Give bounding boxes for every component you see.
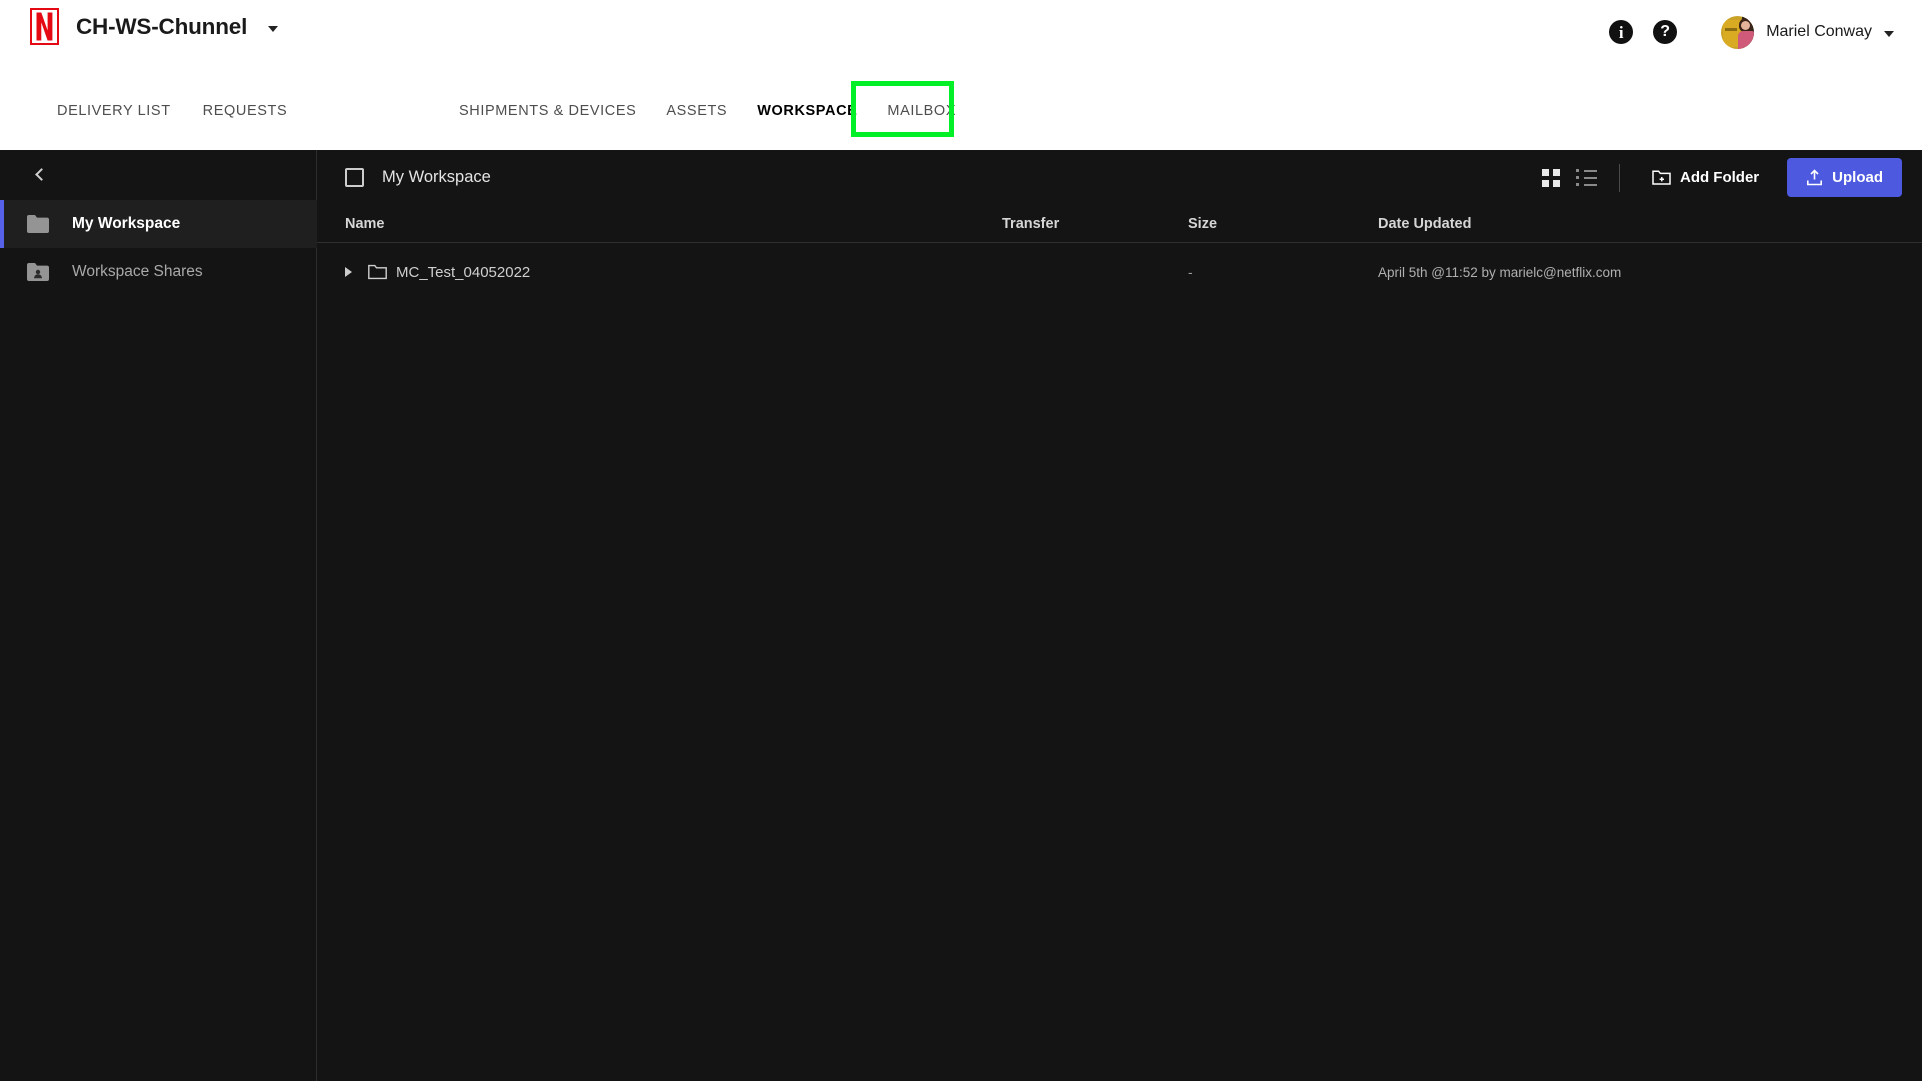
column-header-transfer[interactable]: Transfer bbox=[1002, 216, 1188, 232]
workspace-toolbar: My Workspace Add Folder Upload bbox=[317, 150, 1922, 205]
toolbar-divider bbox=[1618, 163, 1620, 192]
column-header-date-updated[interactable]: Date Updated bbox=[1378, 216, 1902, 232]
column-header-name[interactable]: Name bbox=[345, 216, 1002, 232]
user-menu[interactable]: Mariel Conway bbox=[1721, 15, 1894, 49]
sidebar-item-workspace-shares[interactable]: Workspace Shares bbox=[0, 248, 317, 296]
row-date-cell: April 5th @11:52 by marielc@netflix.com bbox=[1378, 264, 1622, 280]
folder-shared-icon bbox=[27, 263, 49, 281]
folder-icon bbox=[27, 215, 49, 233]
tab-assets[interactable]: ASSETS bbox=[666, 103, 727, 119]
folder-icon bbox=[368, 264, 387, 280]
tab-delivery-list[interactable]: DELIVERY LIST bbox=[57, 103, 171, 119]
top-header: CH-WS-Chunnel i ? Mariel Conway DELIVERY… bbox=[0, 0, 1922, 150]
avatar bbox=[1721, 15, 1755, 49]
nav-center-tabs: SHIPMENTS & DEVICES ASSETS WORKSPACE MAI… bbox=[459, 81, 956, 137]
avatar-person-head bbox=[1741, 20, 1751, 30]
app-body: My Workspace Workspace Shares My Workspa… bbox=[0, 150, 1922, 1081]
list-view-icon bbox=[1576, 169, 1598, 186]
main-content: My Workspace Add Folder Upload Name Tran… bbox=[317, 150, 1922, 1081]
page-title: My Workspace bbox=[382, 168, 491, 186]
user-chevron-down-icon[interactable] bbox=[1884, 30, 1894, 37]
brand-chevron-down-icon[interactable] bbox=[268, 25, 279, 32]
expand-arrow-icon[interactable] bbox=[345, 267, 352, 277]
add-folder-label: Add Folder bbox=[1679, 169, 1760, 186]
select-all-checkbox[interactable] bbox=[345, 168, 364, 187]
row-name-label: MC_Test_04052022 bbox=[396, 263, 531, 281]
avatar-person-body bbox=[1738, 30, 1755, 49]
workspace-brand-name: CH-WS-Chunnel bbox=[76, 13, 248, 39]
upload-icon bbox=[1807, 169, 1823, 186]
tab-requests[interactable]: REQUESTS bbox=[203, 103, 288, 119]
grid-view-button[interactable] bbox=[1533, 160, 1569, 196]
help-icon[interactable]: ? bbox=[1653, 20, 1678, 44]
chevron-left-icon bbox=[35, 167, 48, 181]
netflix-n-logo-icon bbox=[30, 8, 59, 45]
upload-label: Upload bbox=[1832, 169, 1883, 186]
row-size-cell: - bbox=[1188, 264, 1193, 280]
list-view-button[interactable] bbox=[1569, 160, 1605, 196]
toolbar-actions: Add Folder Upload bbox=[1533, 150, 1902, 205]
sidebar-nav-list: My Workspace Workspace Shares bbox=[0, 200, 317, 296]
column-header-size[interactable]: Size bbox=[1188, 216, 1378, 232]
sidebar-item-label: Workspace Shares bbox=[72, 263, 203, 280]
sidebar-collapse-button[interactable] bbox=[22, 156, 58, 192]
table-header-row: Name Transfer Size Date Updated bbox=[317, 205, 1922, 243]
folder-plus-icon bbox=[1652, 170, 1671, 185]
grid-view-icon bbox=[1541, 168, 1560, 187]
brand-selector[interactable]: CH-WS-Chunnel bbox=[30, 8, 279, 45]
header-right-cluster: i ? Mariel Conway bbox=[1609, 10, 1894, 54]
add-folder-button[interactable]: Add Folder bbox=[1638, 160, 1773, 195]
sidebar: My Workspace Workspace Shares bbox=[0, 150, 317, 1081]
tab-shipments-and-devices[interactable]: SHIPMENTS & DEVICES bbox=[459, 103, 636, 119]
sidebar-item-label: My Workspace bbox=[72, 215, 181, 232]
tab-mailbox[interactable]: MAILBOX bbox=[887, 103, 956, 119]
tab-workspace[interactable]: WORKSPACE bbox=[757, 103, 857, 119]
table-row[interactable]: MC_Test_04052022 - April 5th @11:52 by m… bbox=[317, 243, 1922, 301]
avatar-mailbox-slot bbox=[1725, 27, 1738, 31]
upload-button[interactable]: Upload bbox=[1787, 158, 1902, 197]
nav-left-tabs: DELIVERY LIST REQUESTS bbox=[57, 103, 287, 119]
user-name-label: Mariel Conway bbox=[1766, 23, 1872, 40]
info-icon[interactable]: i bbox=[1609, 20, 1634, 44]
row-name-cell[interactable]: MC_Test_04052022 bbox=[345, 264, 1002, 281]
tab-mailbox-wrapper: MAILBOX bbox=[851, 81, 956, 137]
sidebar-item-my-workspace[interactable]: My Workspace bbox=[0, 200, 317, 248]
